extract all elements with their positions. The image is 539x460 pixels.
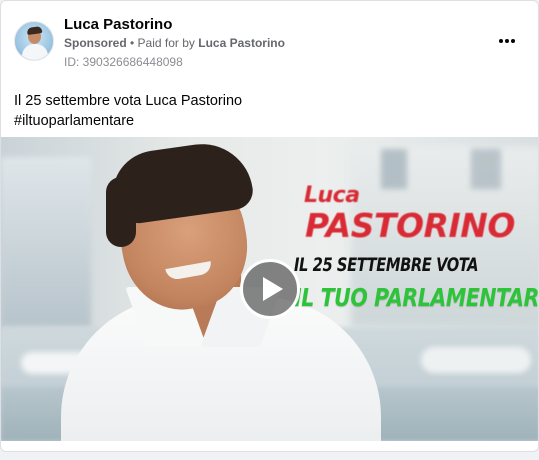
author-name[interactable]: Luca Pastorino — [64, 16, 172, 33]
avatar-shirt — [22, 44, 48, 60]
paid-for-prefix: Paid for by — [137, 36, 199, 50]
more-horizontal-icon — [511, 39, 516, 43]
more-horizontal-icon — [505, 39, 509, 43]
background-window — [381, 149, 407, 189]
post-text: Il 25 settembre vota Luca Pastorino #ilt… — [14, 91, 242, 131]
ad-id: ID: 390326686448098 — [64, 55, 183, 69]
paid-for-by-name: Luca Pastorino — [198, 36, 285, 50]
overlay-slogan: IL TUO PARLAMENTARE — [294, 283, 539, 312]
overlay-first-name: Luca — [304, 183, 360, 208]
play-icon — [262, 277, 283, 301]
post-text-line: Il 25 settembre vota Luca Pastorino — [14, 93, 243, 109]
sponsored-label: Sponsored — [64, 36, 127, 50]
play-button[interactable] — [240, 259, 300, 319]
author-avatar[interactable] — [14, 21, 54, 61]
sponsor-line: Sponsored • Paid for by Luca Pastorino — [64, 36, 285, 50]
separator: • — [126, 36, 138, 50]
more-horizontal-icon — [498, 39, 503, 43]
more-options-button[interactable] — [491, 29, 523, 53]
ad-card: Luca Pastorino Sponsored • Paid for by L… — [0, 0, 539, 452]
background-boat — [421, 347, 531, 373]
hashtag-link[interactable]: #iltuoparlamentare — [14, 111, 242, 131]
background-window — [471, 149, 501, 189]
overlay-last-name: PASTORINO — [305, 206, 515, 245]
overlay-date-line: IL 25 SETTEMBRE VOTA — [294, 254, 479, 276]
video-thumbnail[interactable]: Luca PASTORINO IL 25 SETTEMBRE VOTA IL T… — [1, 137, 539, 441]
post-header: Luca Pastorino Sponsored • Paid for by L… — [1, 1, 538, 81]
